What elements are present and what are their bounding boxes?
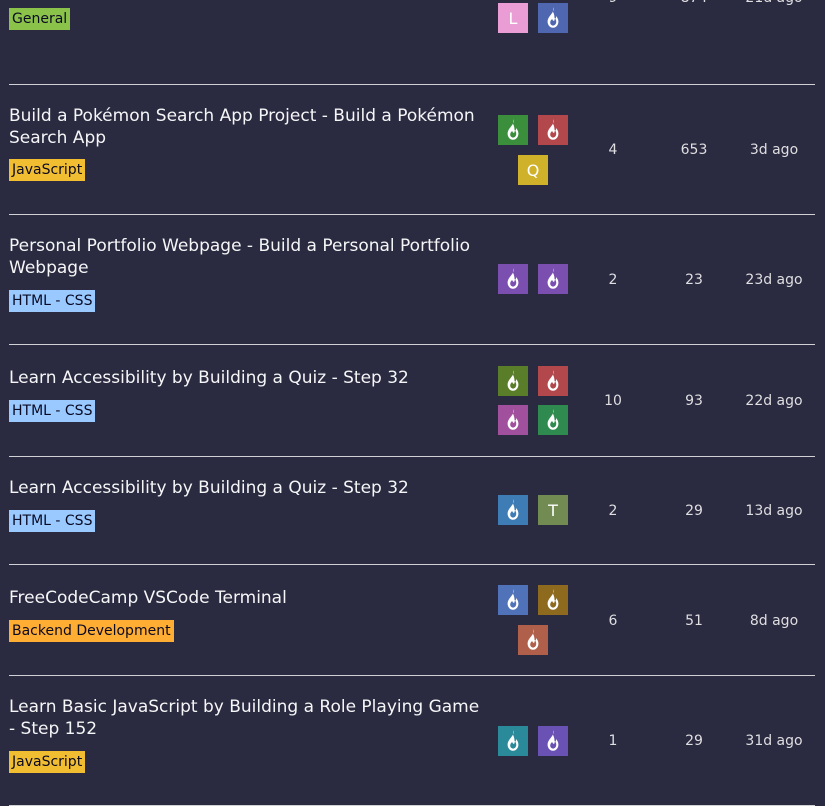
poster-avatar[interactable] <box>498 405 528 435</box>
poster-avatar[interactable] <box>498 585 528 615</box>
flame-icon <box>507 119 519 140</box>
reply-count: 9 <box>583 0 643 7</box>
flame-icon <box>507 370 519 391</box>
view-count: 29 <box>685 733 703 749</box>
poster-avatar[interactable] <box>538 585 568 615</box>
activity-time[interactable]: 3d ago <box>739 141 809 159</box>
category-badge[interactable]: General <box>9 8 71 30</box>
poster-avatar[interactable]: L <box>498 3 528 33</box>
flame-icon <box>547 119 559 140</box>
topic-row: Learn Basic JavaScript by Building a Rol… <box>9 675 815 806</box>
flame-icon <box>507 589 519 610</box>
flame-icon <box>547 730 559 751</box>
activity-time[interactable]: 31d ago <box>739 732 809 750</box>
poster-avatar[interactable] <box>538 115 568 145</box>
category-badge[interactable]: JavaScript <box>9 159 86 181</box>
poster-avatar[interactable] <box>538 726 568 756</box>
flame-icon <box>547 589 559 610</box>
topic-title-link[interactable]: Build a Pokémon Search App Project - Bui… <box>9 105 489 149</box>
category-badge[interactable]: HTML - CSS <box>9 400 96 422</box>
avatar-letter: L <box>508 8 518 28</box>
topic-title-link[interactable]: FreeCodeCamp VSCode Terminal <box>9 587 489 609</box>
category-badge[interactable]: Backend Development <box>9 620 174 642</box>
reply-count: 10 <box>604 393 622 409</box>
topic-row: Build a Pokémon Search App Project - Bui… <box>9 84 815 215</box>
category-badge[interactable]: HTML - CSS <box>9 290 96 312</box>
poster-avatar[interactable] <box>538 3 568 33</box>
topic-row: Learn Accessibility by Building a Quiz -… <box>9 344 815 457</box>
view-count: 51 <box>685 613 703 629</box>
topic-title-link[interactable]: Learn Accessibility by Building a Quiz -… <box>9 367 489 389</box>
flame-icon <box>527 629 539 650</box>
activity-time[interactable]: 22d ago <box>739 392 809 410</box>
topic-row: de registro - Paso 30GeneralLL987421d ag… <box>9 0 815 85</box>
poster-avatar[interactable] <box>498 366 528 396</box>
view-count: 93 <box>685 393 703 409</box>
category-badge[interactable]: JavaScript <box>9 751 86 773</box>
reply-count: 4 <box>608 142 618 158</box>
view-count: 29 <box>685 503 703 519</box>
topic-title-link[interactable]: Learn Basic JavaScript by Building a Rol… <box>9 696 489 740</box>
activity-time[interactable]: 23d ago <box>739 271 809 289</box>
poster-avatar[interactable] <box>538 366 568 396</box>
flame-icon <box>547 409 559 430</box>
topic-title-link[interactable]: Personal Portfolio Webpage - Build a Per… <box>9 235 489 279</box>
flame-icon <box>547 268 559 289</box>
poster-avatar[interactable] <box>498 726 528 756</box>
flame-icon <box>507 499 519 520</box>
poster-avatar[interactable] <box>518 625 548 655</box>
view-count: 23 <box>685 272 703 288</box>
reply-count: 2 <box>608 503 618 519</box>
poster-avatar[interactable] <box>498 495 528 525</box>
category-badge[interactable]: HTML - CSS <box>9 510 96 532</box>
activity-time[interactable]: 13d ago <box>739 502 809 520</box>
activity-time[interactable]: 21d ago <box>739 0 809 7</box>
view-count: 653 <box>680 142 708 158</box>
poster-avatar[interactable] <box>498 264 528 294</box>
topic-title-link[interactable]: Learn Accessibility by Building a Quiz -… <box>9 477 489 499</box>
view-count: 874 <box>664 0 724 7</box>
reply-count: 6 <box>608 613 618 629</box>
flame-icon <box>547 370 559 391</box>
reply-count: 1 <box>608 733 618 749</box>
flame-icon <box>507 268 519 289</box>
poster-avatar[interactable]: Q <box>518 155 548 185</box>
avatar-letter: T <box>548 500 558 520</box>
avatar-letter: Q <box>526 160 540 180</box>
flame-icon <box>507 730 519 751</box>
poster-avatar[interactable] <box>498 115 528 145</box>
flame-icon <box>507 409 519 430</box>
poster-avatar[interactable] <box>538 264 568 294</box>
topic-row: Learn Accessibility by Building a Quiz -… <box>9 456 815 565</box>
poster-avatar[interactable]: T <box>538 495 568 525</box>
activity-time[interactable]: 8d ago <box>739 612 809 630</box>
poster-avatar[interactable] <box>538 405 568 435</box>
topic-row: Personal Portfolio Webpage - Build a Per… <box>9 214 815 345</box>
topic-row: FreeCodeCamp VSCode Terminal Backend Deve… <box>9 564 815 676</box>
flame-icon <box>547 7 559 28</box>
reply-count: 2 <box>608 272 618 288</box>
